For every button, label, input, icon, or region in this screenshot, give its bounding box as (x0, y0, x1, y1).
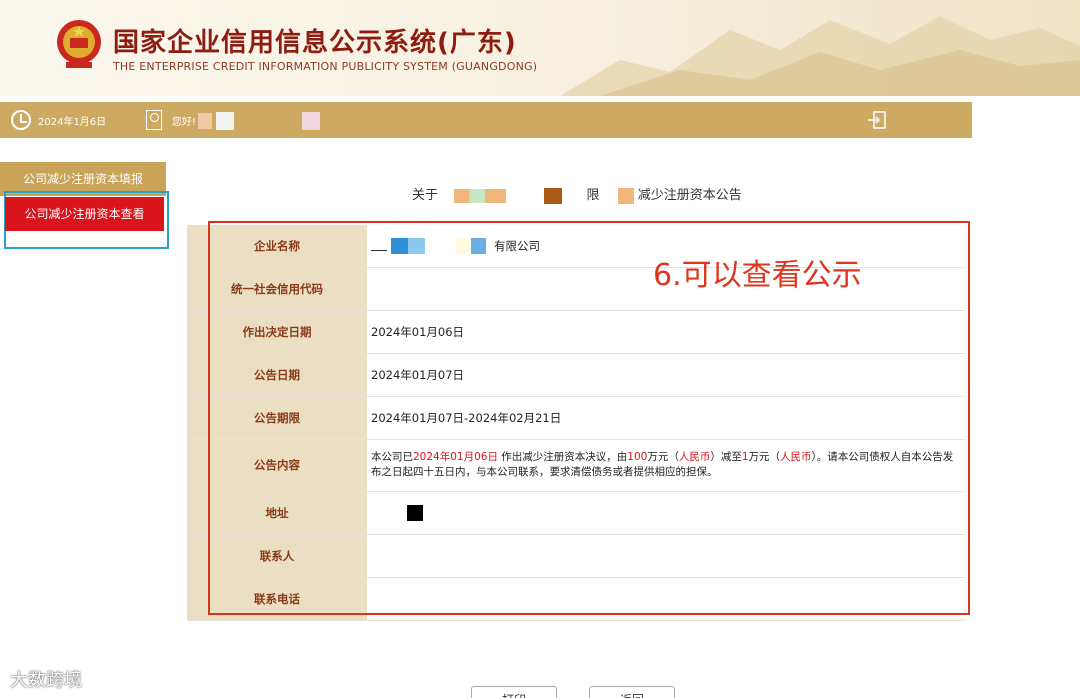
greeting-text: 您好! (172, 117, 197, 128)
annotation-text: 6.可以查看公示 (653, 258, 862, 293)
sidebar-item-capital-reduction-view[interactable]: 公司减少注册资本查看 (5, 197, 164, 231)
back-button[interactable]: 返回 (589, 686, 675, 698)
logout-icon[interactable] (867, 111, 887, 129)
national-emblem-icon (57, 20, 101, 68)
redacted-username (216, 112, 234, 130)
user-bar: 2024年1月6日 您好! (0, 102, 972, 138)
clock-icon (11, 110, 31, 130)
notice-title-prefix: 关于 (412, 188, 439, 203)
current-date: 2024年1月6日 (38, 117, 107, 128)
notice-title-suffix: 减少注册资本公告 (637, 188, 742, 203)
redacted-username (198, 113, 212, 129)
user-icon (146, 110, 162, 130)
notice-title-mid: 限 (586, 188, 600, 203)
redacted-company (544, 187, 563, 204)
redacted-company (617, 187, 634, 204)
print-button[interactable]: 打印 (471, 686, 557, 698)
site-subtitle: THE ENTERPRISE CREDIT INFORMATION PUBLIC… (113, 60, 538, 73)
redacted-company (454, 188, 507, 203)
watermark-text: 大数跨境 (10, 670, 82, 691)
site-header: 国家企业信用信息公示系统(广东) THE ENTERPRISE CREDIT I… (0, 0, 1080, 96)
notice-title: 关于 限 减少注册资本公告 (412, 184, 742, 204)
site-title: 国家企业信用信息公示系统(广东) (113, 28, 517, 58)
redacted-username (302, 112, 320, 130)
mountain-banner-image (560, 16, 1080, 96)
